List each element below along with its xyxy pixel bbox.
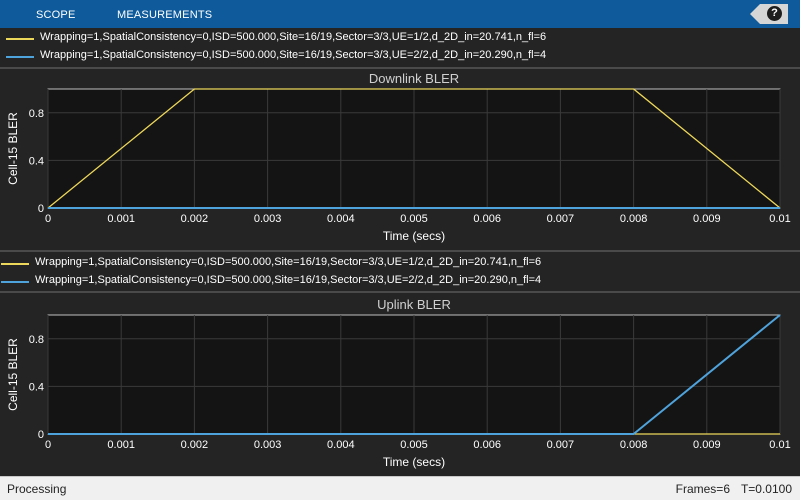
x-tick-label: 0.01 [769,439,790,451]
time-readout: T=0.0100 [740,482,792,496]
x-tick-label: 0.007 [547,213,575,225]
x-tick-label: 0.009 [693,213,721,225]
x-tick-label: 0.008 [620,213,648,225]
legend-entry[interactable]: Wrapping=1,SpatialConsistency=0,ISD=500.… [6,47,566,65]
y-tick-label: 0.8 [29,334,44,346]
x-tick-label: 0.009 [693,439,721,451]
y-tick-label: 0.8 [29,108,44,120]
toolstrip: SCOPE MEASUREMENTS ? [0,0,800,28]
plot-panel-uplink: Uplink BLER 0 0.001 0.002 0.003 0.004 0.005 0.0… [0,293,800,475]
status-bar: Processing Frames=6 T=0.0100 [0,476,800,500]
x-axis-label: Time (secs) [383,229,445,243]
legend-entry-label: Wrapping=1,SpatialConsistency=0,ISD=500.… [40,49,547,61]
legend-downlink: Wrapping=1,SpatialConsistency=0,ISD=500.… [0,28,800,68]
x-tick-label: 0.007 [547,439,575,451]
y-axis-label: Cell-15 BLER [6,338,20,411]
divider [0,250,800,252]
legend-uplink: Wrapping=1,SpatialConsistency=0,ISD=500.… [0,253,800,293]
x-tick-label: 0.005 [400,213,428,225]
tab-measurements[interactable]: MEASUREMENTS [117,0,212,28]
legend-swatch-yellow [6,38,34,40]
frames-counter: Frames=6 [675,482,730,496]
legend-entry-label: Wrapping=1,SpatialConsistency=0,ISD=500.… [40,31,547,43]
help-button[interactable]: ? [750,4,788,24]
legend-entry[interactable]: Wrapping=1,SpatialConsistency=0,ISD=500.… [6,29,566,47]
uplink-bler-chart[interactable]: Uplink BLER 0 0.001 0.002 0.003 0.004 0.005 0.0… [0,293,800,475]
y-tick-label: 0 [38,203,44,215]
x-tick-label: 0.003 [254,213,282,225]
downlink-bler-chart[interactable]: Downlink BLER 0 0.001 0.002 0.003 0.004 0.005 0… [0,69,800,249]
y-tick-label: 0.4 [29,155,44,167]
status-text: Processing [7,482,67,496]
legend-entry-label: Wrapping=1,SpatialConsistency=0,ISD=500.… [35,256,542,268]
x-tick-label: 0 [45,213,51,225]
y-axis-label: Cell-15 BLER [6,112,20,185]
legend-swatch-blue [6,56,34,58]
help-icon: ? [767,6,782,21]
chart-title: Downlink BLER [369,71,459,86]
tab-scope[interactable]: SCOPE [36,0,76,28]
legend-entry-label: Wrapping=1,SpatialConsistency=0,ISD=500.… [35,274,542,286]
legend-entry[interactable]: Wrapping=1,SpatialConsistency=0,ISD=500.… [1,272,561,290]
x-tick-label: 0 [45,439,51,451]
x-tick-label: 0.004 [327,439,355,451]
x-tick-label: 0.004 [327,213,355,225]
plot-panel-downlink: Downlink BLER 0 0.001 0.002 0.003 0.004 0.005 0… [0,69,800,249]
x-tick-label: 0.003 [254,439,282,451]
x-tick-label: 0.002 [181,439,209,451]
x-axis-label: Time (secs) [383,455,445,469]
y-tick-label: 0 [38,429,44,441]
legend-swatch-yellow [1,263,29,265]
legend-entry[interactable]: Wrapping=1,SpatialConsistency=0,ISD=500.… [1,254,561,272]
x-tick-label: 0.002 [181,213,209,225]
chart-title: Uplink BLER [377,297,451,312]
x-tick-label: 0.01 [769,213,790,225]
x-tick-label: 0.006 [473,439,501,451]
legend-swatch-blue [1,281,29,283]
x-tick-label: 0.005 [400,439,428,451]
x-tick-label: 0.006 [473,213,501,225]
y-tick-label: 0.4 [29,381,44,393]
x-tick-label: 0.001 [107,439,135,451]
x-tick-label: 0.001 [107,213,135,225]
x-tick-label: 0.008 [620,439,648,451]
